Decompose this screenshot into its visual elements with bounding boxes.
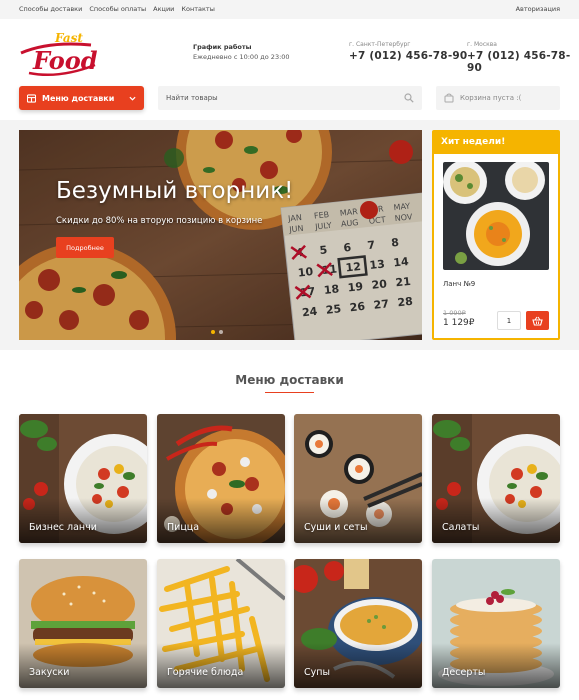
work-schedule: График работы Ежедневно с 10:00 до 23:00 <box>193 43 290 61</box>
promo-slider[interactable]: JANFEBMARAPRMAY JUNJULYAUGOCTNOV 45678 1… <box>19 130 422 340</box>
phone-number[interactable]: +7 (012) 456-78-90 <box>349 50 467 62</box>
category-label: Десерты <box>442 667 486 678</box>
image-shade <box>157 643 285 688</box>
hit-of-week-card: Хит недели! Ланч №9 1 090₽ 1 129₽ 1 <box>432 130 560 340</box>
image-shade <box>19 643 147 688</box>
chevron-down-icon <box>129 96 136 101</box>
category-label: Пицца <box>167 522 200 533</box>
product-price: 1 129₽ <box>443 318 475 328</box>
menu-icon <box>27 93 36 103</box>
svg-text:Fast: Fast <box>54 31 83 45</box>
category-card-hot-dishes[interactable]: Горячие блюда <box>157 559 285 688</box>
category-card-business-lunch[interactable]: Бизнес ланчи <box>19 414 147 543</box>
nav-link-contacts[interactable]: Контакты <box>181 5 214 13</box>
category-label: Салаты <box>442 522 480 533</box>
schedule-title: График работы <box>193 43 252 51</box>
promo-title: Безумный вторник! <box>56 178 294 204</box>
search-icon[interactable] <box>404 93 414 103</box>
schedule-hours: Ежедневно с 10:00 до 23:00 <box>193 53 290 61</box>
slider-dots <box>211 330 223 334</box>
nav-link-delivery[interactable]: Способы доставки <box>19 5 82 13</box>
contact-spb: г. Санкт-Петербург +7 (012) 456-78-90 <box>349 41 467 62</box>
category-label: Закуски <box>29 667 70 678</box>
category-card-sushi[interactable]: Суши и сеты <box>294 414 422 543</box>
top-nav: Способы доставки Способы оплаты Акции Ко… <box>19 5 215 13</box>
old-price: 1 090₽ <box>443 309 466 317</box>
category-card-desserts[interactable]: Десерты <box>432 559 560 688</box>
category-card-salads[interactable]: Салаты <box>432 414 560 543</box>
category-card-soups[interactable]: Супы <box>294 559 422 688</box>
product-name[interactable]: Ланч №9 <box>443 280 475 288</box>
nav-link-promotions[interactable]: Акции <box>153 5 174 13</box>
phone-number[interactable]: +7 (012) 456-78-90 <box>467 50 579 74</box>
slider-dot[interactable] <box>211 330 215 334</box>
category-card-pizza[interactable]: Пицца <box>157 414 285 543</box>
category-card-snacks[interactable]: Закуски <box>19 559 147 688</box>
promo-image: JANFEBMARAPRMAY JUNJULYAUGOCTNOV 45678 1… <box>19 130 422 340</box>
site-logo[interactable]: Fast Food <box>19 27 99 79</box>
delivery-menu-label: Меню доставки <box>42 93 115 103</box>
image-shade <box>432 498 560 543</box>
delivery-menu-button[interactable]: Меню доставки <box>19 86 144 110</box>
promo-subtitle: Скидки до 80% на вторую позицию в корзин… <box>56 216 263 226</box>
product-image[interactable] <box>443 162 549 270</box>
slider-dot[interactable] <box>219 330 223 334</box>
image-shade <box>157 498 285 543</box>
category-label: Бизнес ланчи <box>29 522 97 533</box>
top-bar: Способы доставки Способы оплаты Акции Ко… <box>0 0 579 19</box>
login-link[interactable]: Авторизация <box>516 5 560 13</box>
cart-icon <box>444 93 454 103</box>
basket-icon <box>532 316 543 326</box>
search-box <box>158 86 422 110</box>
quantity-field[interactable]: 1 <box>497 311 521 330</box>
menu-heading: Меню доставки <box>235 373 344 387</box>
svg-text:Food: Food <box>32 46 98 75</box>
category-label: Горячие блюда <box>167 667 244 678</box>
image-shade <box>19 498 147 543</box>
add-to-cart-button[interactable] <box>526 311 549 330</box>
contact-moscow: г. Москва +7 (012) 456-78-90 <box>467 41 579 74</box>
cart-status: Корзина пуста :( <box>460 94 522 102</box>
promo-details-button[interactable]: Подробнее <box>56 237 114 258</box>
category-label: Супы <box>304 667 330 678</box>
image-shade <box>294 498 422 543</box>
search-input[interactable] <box>166 91 396 105</box>
nav-link-payment[interactable]: Способы оплаты <box>89 5 146 13</box>
city-name: г. Санкт-Петербург <box>349 41 411 48</box>
image-shade <box>294 643 422 688</box>
category-label: Суши и сеты <box>304 522 368 533</box>
image-shade <box>432 643 560 688</box>
city-name: г. Москва <box>467 41 497 48</box>
heading-underline <box>265 392 314 393</box>
hit-heading: Хит недели! <box>434 132 558 154</box>
cart-widget[interactable]: Корзина пуста :( <box>436 86 560 110</box>
